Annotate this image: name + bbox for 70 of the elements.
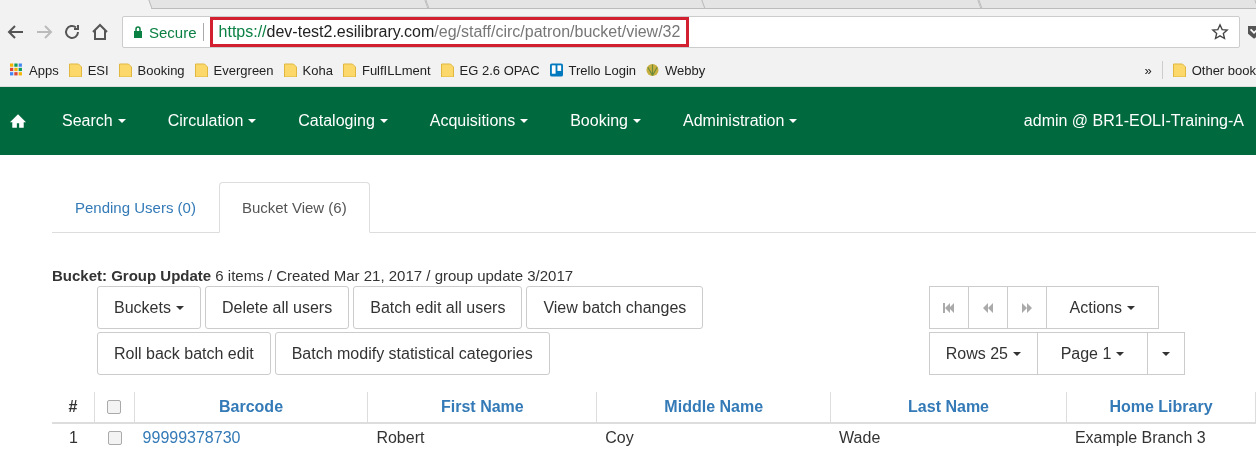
caret-icon xyxy=(1162,351,1170,356)
folder-icon xyxy=(342,63,356,77)
nav-menu[interactable]: Acquisitions xyxy=(429,112,529,130)
nav-menu[interactable]: Administration xyxy=(683,112,798,130)
bucket-summary: Bucket: Group Update 6 items / Created Mar 21, 2017 / group update 3/2017 xyxy=(52,267,575,284)
actions-button[interactable]: Actions xyxy=(1045,286,1159,329)
folder-icon xyxy=(194,63,208,77)
more-bookmarks-button[interactable]: » xyxy=(1144,62,1152,78)
toolbar-button[interactable]: View batch changes xyxy=(526,286,704,329)
nav-menu[interactable]: Search xyxy=(62,112,126,130)
bookmark[interactable]: Trello Login xyxy=(549,62,637,78)
fast-forward-icon xyxy=(1020,302,1033,313)
first-page-icon xyxy=(942,302,955,313)
column-header[interactable]: Middle Name xyxy=(597,392,832,422)
tab[interactable]: Bucket View (6) xyxy=(218,182,370,233)
column-header[interactable]: Home Library xyxy=(1066,392,1256,422)
column-header[interactable]: First Name xyxy=(368,392,598,422)
shell-icon xyxy=(646,63,660,77)
select-all-checkbox[interactable] xyxy=(107,400,122,414)
home-icon[interactable] xyxy=(10,113,26,129)
toolbar-button[interactable]: Batch modify statistical categories xyxy=(274,332,550,375)
toolbar-button[interactable]: Buckets xyxy=(97,286,201,329)
row-checkbox[interactable] xyxy=(107,431,122,445)
bookmark[interactable]: Webby xyxy=(646,62,706,78)
folder-icon xyxy=(118,63,132,77)
bookmark-folder[interactable]: Other book xyxy=(1172,62,1256,78)
table-cell-text: Example Branch 3 xyxy=(1073,428,1207,448)
toolbar-button[interactable]: Batch edit all users xyxy=(353,286,523,329)
barcode-link[interactable]: 99999378730 xyxy=(142,429,241,447)
nav-menu[interactable]: Booking xyxy=(570,112,641,130)
folder-icon xyxy=(68,63,82,77)
apps-grid-icon xyxy=(10,63,23,77)
secure-label: Secure xyxy=(149,23,197,41)
nav-menu[interactable]: Circulation xyxy=(167,112,257,130)
board-icon xyxy=(549,63,563,77)
dropdown-button[interactable] xyxy=(1147,332,1185,375)
bookmark[interactable]: ESI xyxy=(68,62,109,78)
column-header[interactable]: Last Name xyxy=(831,392,1067,422)
reload-icon[interactable] xyxy=(62,22,82,42)
folder-icon xyxy=(440,63,454,77)
column-header: # xyxy=(52,392,95,422)
toolbar-button[interactable]: Delete all users xyxy=(204,286,350,329)
table-cell-text: Robert xyxy=(375,428,426,448)
folder-icon xyxy=(1172,63,1186,77)
address-bar[interactable]: Secure https://dev-test2.esilibrary.com/eg/staff/circ/patron/bucket/view/32 xyxy=(122,16,1240,48)
lock-icon xyxy=(133,26,143,38)
column-header[interactable]: Barcode xyxy=(134,392,369,422)
rows-button[interactable]: Rows 25 xyxy=(928,332,1038,375)
home-icon[interactable] xyxy=(90,22,110,42)
previous-page-button[interactable] xyxy=(967,286,1008,329)
tab[interactable]: Pending Users (0) xyxy=(52,182,219,233)
first-page-button[interactable] xyxy=(928,286,969,329)
bookmark[interactable]: Booking xyxy=(118,62,185,78)
toolbar-button[interactable]: Roll back batch edit xyxy=(97,332,271,375)
bookmark[interactable]: Koha xyxy=(283,62,333,78)
table-cell-text: Coy xyxy=(604,428,635,448)
bookmark[interactable]: Apps xyxy=(10,62,59,78)
folder-icon xyxy=(283,63,297,77)
table-cell-text: Wade xyxy=(838,428,882,448)
next-page-button[interactable] xyxy=(1006,286,1047,329)
rewind-icon xyxy=(981,302,994,313)
table-cell-text: 1 xyxy=(67,428,79,448)
bookmark[interactable]: Evergreen xyxy=(194,62,274,78)
bookmark[interactable]: EG 2.6 OPAC xyxy=(440,62,540,78)
url-text: https://dev-test2.esilibrary.com/eg/staff/circ/patron/bucket/view/32 xyxy=(209,17,690,47)
bookmark[interactable]: FulfILLment xyxy=(342,62,431,78)
nav-menu[interactable]: Cataloging xyxy=(298,112,388,130)
user-menu[interactable]: admin @ BR1-EOLI-Training-A xyxy=(1023,112,1244,130)
star-icon[interactable] xyxy=(1211,23,1229,41)
page-button[interactable]: Page 1 xyxy=(1037,332,1148,375)
